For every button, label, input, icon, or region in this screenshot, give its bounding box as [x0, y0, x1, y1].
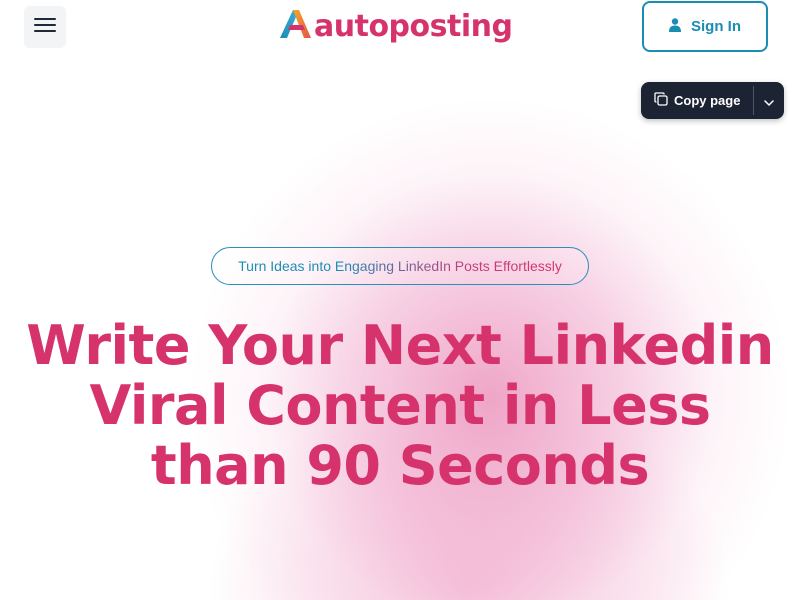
- autoposting-a-logo-icon: [278, 8, 312, 44]
- menu-button[interactable]: [24, 6, 66, 48]
- headline-line-2: Viral Content in Less: [89, 374, 711, 437]
- hero-headline: Write Your Next Linkedin Viral Content i…: [0, 316, 800, 496]
- user-icon: [669, 17, 681, 36]
- copy-page-control: Copy page: [641, 82, 784, 119]
- top-header: autoposting Sign In: [0, 0, 800, 68]
- brand-logo[interactable]: autoposting: [278, 6, 513, 46]
- copy-page-label: Copy page: [674, 93, 741, 108]
- headline-line-1: Write Your Next Linkedin: [26, 314, 774, 377]
- copy-page-dropdown-button[interactable]: [754, 82, 784, 119]
- hamburger-menu-icon: [34, 17, 56, 37]
- chevron-down-icon: [764, 91, 774, 110]
- copy-icon: [654, 92, 668, 109]
- headline-line-3: than 90 Seconds: [150, 434, 650, 497]
- tagline-badge: Turn Ideas into Engaging LinkedIn Posts …: [211, 247, 589, 285]
- brand-name: autoposting: [314, 8, 513, 44]
- sign-in-label: Sign In: [691, 18, 741, 35]
- tagline-text: Turn Ideas into Engaging LinkedIn Posts …: [238, 258, 562, 274]
- copy-page-button[interactable]: Copy page: [641, 82, 753, 119]
- sign-in-button[interactable]: Sign In: [642, 1, 768, 52]
